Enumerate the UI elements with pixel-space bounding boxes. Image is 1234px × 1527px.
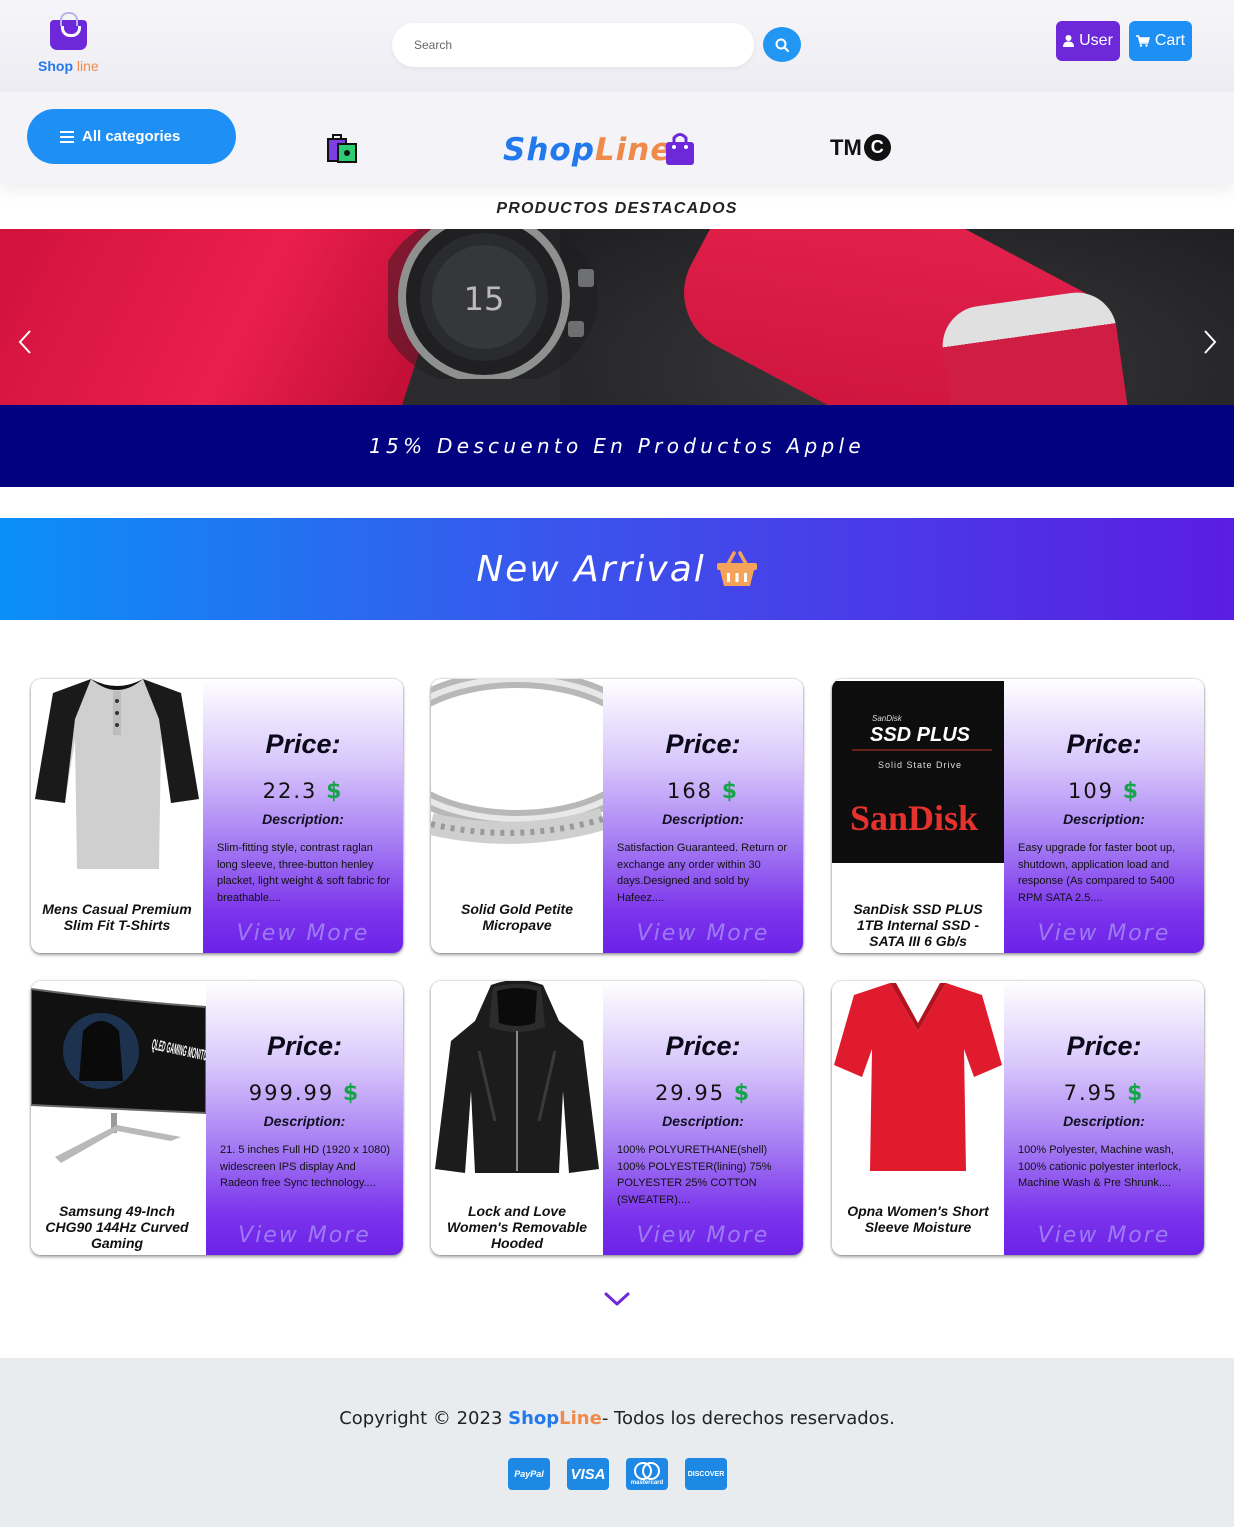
description-label: Description: bbox=[662, 1113, 744, 1129]
view-more-button[interactable]: View More bbox=[1004, 1223, 1204, 1248]
product-card[interactable]: SanDisk SSD PLUS Solid State Drive SanDi… bbox=[832, 679, 1204, 953]
product-description: 21. 5 inches Full HD (1920 x 1080) wides… bbox=[220, 1144, 390, 1189]
featured-carousel[interactable]: 15 15% Descuento En Productos Apple bbox=[0, 229, 1234, 487]
brand-logo-shopline[interactable]: ShopLine bbox=[503, 132, 672, 168]
cart-icon bbox=[1135, 35, 1150, 47]
carousel-slide-image: 15 bbox=[0, 229, 1234, 405]
ssd-brand-small: SanDisk bbox=[872, 714, 903, 723]
category-bar: All categories ShopLine TM C bbox=[0, 92, 1234, 184]
price-value: 7.95 $ bbox=[1063, 1081, 1145, 1106]
logo-text: Shop line bbox=[38, 58, 99, 74]
product-card[interactable]: Opna Women's Short Sleeve Moisture Price… bbox=[832, 981, 1204, 1255]
product-image-red-shirt bbox=[832, 981, 1004, 1173]
product-image-ssd: SanDisk SSD PLUS Solid State Drive SanDi… bbox=[832, 679, 1004, 871]
view-more-button[interactable]: View More bbox=[203, 921, 403, 946]
user-button-label: User bbox=[1079, 32, 1113, 49]
product-description: 100% Polyester, Machine wash, 100% catio… bbox=[1018, 1144, 1182, 1189]
product-card[interactable]: QLED GAMING MONITOR Samsung 49-Inch CHG9… bbox=[31, 981, 403, 1255]
price-label: Price: bbox=[665, 1031, 741, 1061]
discover-icon: DISCOVER bbox=[685, 1458, 727, 1490]
sandisk-logo-text: SanDisk bbox=[850, 798, 978, 838]
product-image-ring bbox=[431, 679, 603, 871]
product-description: Slim-fitting style, contrast raglan long… bbox=[217, 842, 391, 904]
description-label: Description: bbox=[662, 811, 744, 827]
cart-button[interactable]: Cart bbox=[1129, 21, 1192, 61]
brand-logo-tmc[interactable]: TM C bbox=[830, 134, 891, 161]
product-description: Satisfaction Guaranteed. Return or excha… bbox=[617, 842, 787, 904]
watch-image: 15 bbox=[388, 229, 598, 379]
price-value: 999.99 $ bbox=[248, 1081, 361, 1106]
shopping-bags-icon bbox=[327, 134, 357, 163]
product-image-jacket bbox=[431, 981, 603, 1173]
description-label: Description: bbox=[1063, 811, 1145, 827]
copyright-text: Copyright © 2023 ShopLine- Todos los der… bbox=[339, 1408, 895, 1429]
carousel-caption: 15% Descuento En Productos Apple bbox=[0, 405, 1234, 487]
ssd-sub: Solid State Drive bbox=[878, 760, 962, 770]
brand-tm-text: TM bbox=[830, 134, 862, 160]
carousel-prev-icon[interactable] bbox=[14, 329, 38, 355]
carousel-next-icon[interactable] bbox=[1197, 329, 1221, 355]
product-card[interactable]: Lock and Love Women's Removable Hooded P… bbox=[431, 981, 803, 1255]
shopping-bag-icon bbox=[665, 132, 695, 171]
site-logo[interactable]: Shop line bbox=[38, 12, 108, 76]
price-label: Price: bbox=[1066, 1031, 1142, 1061]
paypal-icon: PayPal bbox=[508, 1458, 550, 1490]
view-more-button[interactable]: View More bbox=[603, 921, 803, 946]
all-categories-label: All categories bbox=[82, 128, 181, 145]
top-header: Shop line User Cart bbox=[0, 0, 1234, 92]
ssd-line: SSD PLUS bbox=[870, 724, 971, 746]
menu-icon bbox=[60, 130, 74, 143]
shopping-bag-icon bbox=[50, 12, 87, 50]
price-value: 109 $ bbox=[1067, 779, 1141, 804]
description-label: Description: bbox=[263, 1113, 346, 1129]
featured-title: PRODUCTOS DESTACADOS bbox=[496, 200, 738, 217]
description-label: Description: bbox=[262, 811, 344, 827]
product-description: Easy upgrade for faster boot up, shutdow… bbox=[1018, 842, 1176, 904]
brand-logo-bags[interactable] bbox=[326, 132, 360, 169]
view-more-button[interactable]: View More bbox=[206, 1223, 403, 1248]
search-button[interactable] bbox=[763, 27, 801, 62]
product-name[interactable]: Lock and Love Women's Removable Hooded bbox=[439, 1203, 595, 1255]
price-label: Price: bbox=[665, 729, 741, 759]
chevron-down-icon[interactable] bbox=[604, 1291, 630, 1307]
product-name[interactable]: Solid Gold Petite Micropave bbox=[439, 901, 595, 953]
view-more-button[interactable]: View More bbox=[603, 1223, 803, 1248]
price-value: 22.3 $ bbox=[262, 779, 344, 804]
view-more-button[interactable]: View More bbox=[1004, 921, 1204, 946]
price-label: Price: bbox=[1066, 729, 1142, 759]
product-card[interactable]: Solid Gold Petite Micropave Price: 168 $… bbox=[431, 679, 803, 953]
visa-icon: VISA bbox=[567, 1458, 609, 1490]
product-name[interactable]: Mens Casual Premium Slim Fit T-Shirts bbox=[39, 901, 195, 953]
product-image-monitor: QLED GAMING MONITOR bbox=[31, 981, 206, 1173]
description-label: Description: bbox=[1063, 1113, 1145, 1129]
search-icon bbox=[775, 38, 790, 53]
all-categories-button[interactable]: All categories bbox=[27, 109, 236, 164]
price-label: Price: bbox=[266, 1031, 343, 1061]
product-name[interactable]: Samsung 49-Inch CHG90 144Hz Curved Gamin… bbox=[39, 1203, 195, 1255]
price-value: 29.95 $ bbox=[654, 1081, 752, 1106]
product-name[interactable]: SanDisk SSD PLUS 1TB Internal SSD - SATA… bbox=[840, 901, 996, 953]
user-icon bbox=[1063, 35, 1075, 47]
brand-c-text: C bbox=[863, 134, 891, 161]
new-arrival-banner: New Arrival bbox=[0, 518, 1234, 620]
product-card[interactable]: Mens Casual Premium Slim Fit T-Shirts Pr… bbox=[31, 679, 403, 953]
product-description: 100% POLYURETHANE(shell) 100% POLYESTER(… bbox=[617, 1144, 772, 1206]
footer: Copyright © 2023 ShopLine- Todos los der… bbox=[0, 1358, 1234, 1527]
cart-button-label: Cart bbox=[1154, 32, 1186, 49]
price-value: 168 $ bbox=[666, 779, 740, 804]
search-input[interactable] bbox=[392, 23, 754, 67]
basket-icon bbox=[716, 551, 757, 586]
price-label: Price: bbox=[265, 729, 341, 759]
mastercard-icon: mastercard bbox=[626, 1458, 668, 1490]
user-button[interactable]: User bbox=[1056, 21, 1120, 61]
product-name[interactable]: Opna Women's Short Sleeve Moisture bbox=[840, 1203, 996, 1255]
watch-number: 15 bbox=[464, 280, 505, 318]
new-arrival-title: New Arrival bbox=[476, 548, 706, 590]
product-image-tshirt bbox=[31, 679, 203, 871]
